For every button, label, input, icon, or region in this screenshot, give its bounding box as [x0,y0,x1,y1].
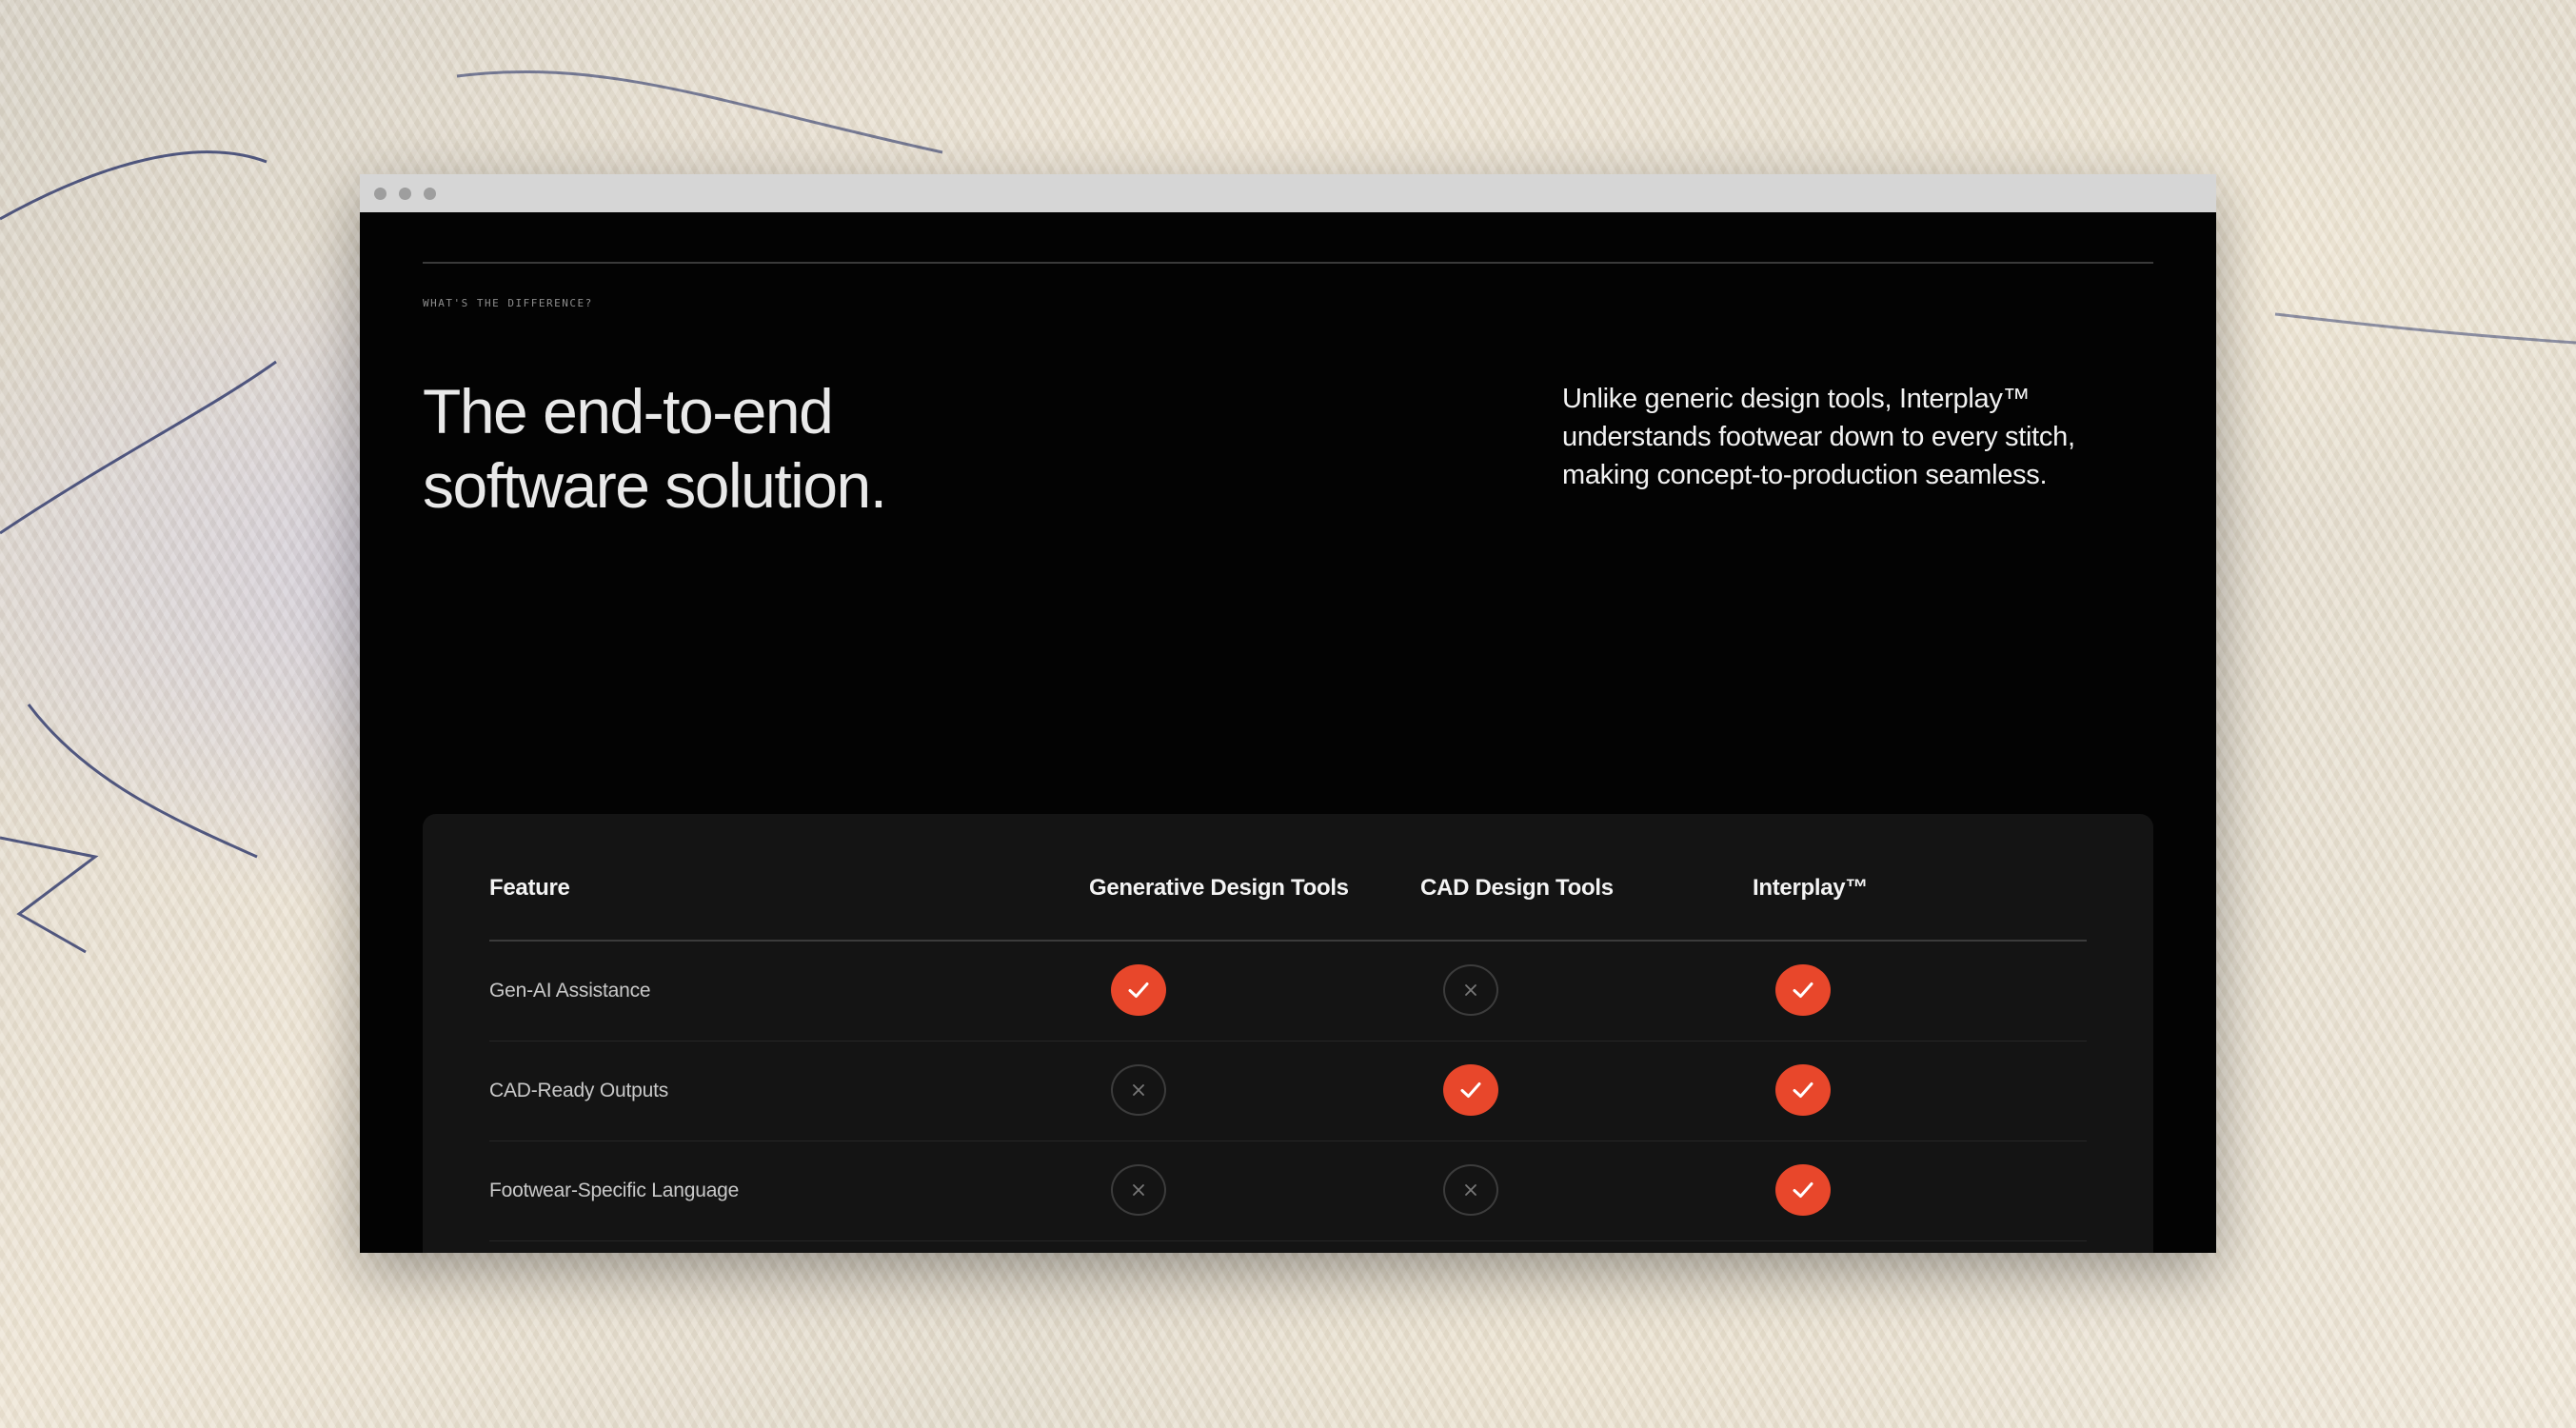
cell-generative [1111,1164,1168,1218]
x-icon [1111,1164,1166,1216]
feature-label: CAD-Ready Outputs [489,1080,669,1101]
x-icon [1111,1064,1166,1116]
header-interplay: Interplay™ [1753,875,1869,901]
cell-cad [1443,1064,1500,1118]
table-header: Feature Generative Design Tools CAD Desi… [489,814,2087,942]
table-body: Gen-AI Assistance CAD-Ready Outputs Footwe… [489,942,2087,1253]
feature-label: Gen-AI Assistance [489,980,651,1002]
feature-label: Footwear-Specific Language [489,1180,740,1201]
check-icon [1775,1164,1831,1216]
window-close-icon[interactable] [374,188,386,200]
check-icon [1775,1064,1831,1116]
table-row: CAD-Ready Outputs [489,1041,2087,1141]
header-generative-design-tools: Generative Design Tools [1089,875,1349,901]
browser-window: WHAT'S THE DIFFERENCE? The end-to-end so… [360,174,2216,1253]
window-titlebar [360,174,2216,212]
section-divider [423,262,2153,264]
check-icon [1111,964,1166,1016]
cell-cad [1443,964,1500,1018]
window-minimize-icon[interactable] [399,188,411,200]
feature-label: Production-Ready [489,1241,646,1253]
x-icon [1443,964,1498,1016]
check-icon [1443,1064,1498,1116]
check-icon [1775,964,1831,1016]
table-row: Gen-AI Assistance [489,942,2087,1041]
section-eyebrow: WHAT'S THE DIFFERENCE? [423,297,593,309]
section-blurb: Unlike generic design tools, Interplay™ … [1562,384,2075,490]
window-maximize-icon[interactable] [424,188,436,200]
cell-interplay [1775,1064,1833,1118]
cell-cad [1443,1164,1500,1218]
headline-line-2: software solution. [423,450,887,521]
table-row: Production-Ready [489,1241,2087,1253]
comparison-panel: Feature Generative Design Tools CAD Desi… [423,814,2153,1253]
cell-interplay [1775,964,1833,1018]
headline-line-1: The end-to-end [423,376,834,446]
table-row: Footwear-Specific Language [489,1141,2087,1241]
cell-generative [1111,964,1168,1018]
header-cad-design-tools: CAD Design Tools [1420,875,1614,901]
cell-generative [1111,1064,1168,1118]
section-headline: The end-to-end software solution. [423,374,1184,523]
x-icon [1443,1164,1498,1216]
cell-interplay [1775,1164,1833,1218]
comparison-table: Feature Generative Design Tools CAD Desi… [489,814,2087,1253]
header-feature: Feature [489,875,570,901]
